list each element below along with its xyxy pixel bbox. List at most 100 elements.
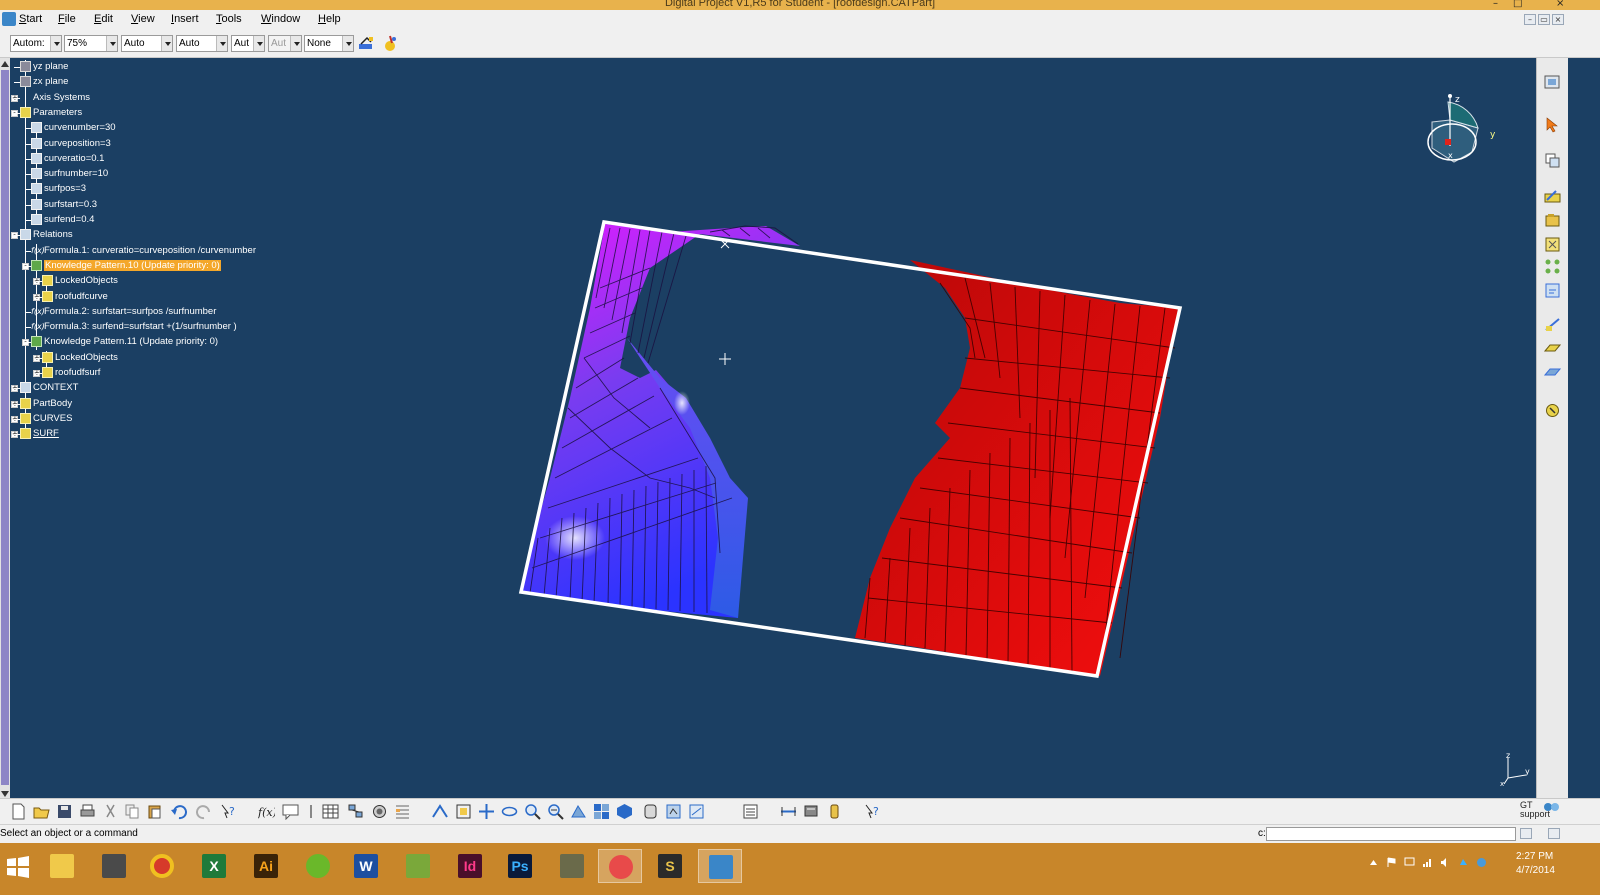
reaction-icon[interactable] xyxy=(371,803,388,820)
chevron-down-icon[interactable] xyxy=(161,36,172,51)
line-thickness-combo[interactable]: Auto xyxy=(121,35,173,52)
flag-icon[interactable] xyxy=(1386,857,1397,868)
taskbar-app-other[interactable] xyxy=(550,849,594,883)
scrollbar-thumb[interactable] xyxy=(1,70,9,785)
chevron-down-icon[interactable] xyxy=(216,36,227,51)
save-icon[interactable] xyxy=(56,803,73,820)
pattern-icon[interactable] xyxy=(1544,258,1561,275)
new-document-icon[interactable] xyxy=(10,803,27,820)
fit-all-icon[interactable] xyxy=(455,803,472,820)
chevron-down-icon[interactable] xyxy=(342,36,353,51)
chevron-down-icon[interactable] xyxy=(253,36,264,51)
painter-icon[interactable] xyxy=(357,35,375,53)
swap-visible-space-icon[interactable] xyxy=(688,803,705,820)
taskbar-app-snipping[interactable] xyxy=(598,849,642,883)
document-restore-button[interactable]: ▭ xyxy=(1538,14,1550,25)
formula-icon[interactable]: f(x) xyxy=(258,803,275,820)
body-icon[interactable] xyxy=(1544,236,1561,253)
sketch-icon[interactable] xyxy=(1544,188,1561,205)
color-combo[interactable]: Autom: xyxy=(10,35,62,52)
display-icon[interactable] xyxy=(1404,857,1415,868)
left-surface[interactable] xyxy=(522,224,800,618)
zoom-in-icon[interactable] xyxy=(524,803,541,820)
chevron-down-icon[interactable] xyxy=(106,36,117,51)
normal-view-icon[interactable] xyxy=(570,803,587,820)
redo-icon[interactable] xyxy=(196,803,213,820)
taskbar-app-digital-project[interactable] xyxy=(698,849,742,883)
network-icon[interactable] xyxy=(1476,857,1487,868)
shading-icon[interactable] xyxy=(642,803,659,820)
compass-icon[interactable]: z y x xyxy=(1418,90,1506,172)
hide-show-icon[interactable] xyxy=(665,803,682,820)
zoom-out-icon[interactable] xyxy=(547,803,564,820)
menu-file[interactable]: File xyxy=(58,13,76,25)
menu-start[interactable]: Start xyxy=(19,13,42,25)
help-icon[interactable]: ? xyxy=(864,803,881,820)
menu-help[interactable]: Help xyxy=(318,13,341,25)
isometric-view-icon[interactable] xyxy=(616,803,633,820)
copy-icon[interactable] xyxy=(124,803,141,820)
document-close-button[interactable]: × xyxy=(1552,14,1564,25)
taskbar-app-project[interactable] xyxy=(396,849,440,883)
right-surface[interactable] xyxy=(855,260,1178,676)
layer-combo[interactable]: None xyxy=(304,35,354,52)
workbench-icon[interactable] xyxy=(1544,74,1561,91)
clock-date[interactable]: 4/7/2014 xyxy=(1516,865,1555,876)
taskbar-app-explorer[interactable] xyxy=(40,849,84,883)
surface-icon[interactable] xyxy=(1544,364,1561,381)
line-icon[interactable] xyxy=(1544,316,1561,333)
cut-icon[interactable] xyxy=(102,803,119,820)
command-input[interactable] xyxy=(1266,827,1516,841)
law-icon[interactable] xyxy=(347,803,364,820)
print-icon[interactable] xyxy=(79,803,96,820)
taskbar-app-word[interactable]: W xyxy=(344,849,388,883)
select-arrow-icon[interactable] xyxy=(1544,116,1561,133)
taskbar-app-excel[interactable]: X xyxy=(192,849,236,883)
transparency-combo[interactable]: 75% xyxy=(64,35,118,52)
support-icon[interactable] xyxy=(1542,801,1560,813)
menu-tools[interactable]: Tools xyxy=(216,13,242,25)
open-folder-icon[interactable] xyxy=(33,803,50,820)
copy-properties-icon[interactable] xyxy=(1544,152,1561,169)
window-maximize-button[interactable]: □ xyxy=(1513,0,1522,9)
paste-icon[interactable] xyxy=(146,803,163,820)
menu-insert[interactable]: Insert xyxy=(171,13,199,25)
measure-inertia-icon[interactable] xyxy=(826,803,843,820)
pan-icon[interactable] xyxy=(478,803,495,820)
multi-view-icon[interactable] xyxy=(593,803,610,820)
signal-icon[interactable] xyxy=(1422,857,1433,868)
taskbar-app-illustrator[interactable]: Ai xyxy=(244,849,288,883)
windows-start-icon[interactable] xyxy=(6,855,30,879)
scroll-up-icon[interactable] xyxy=(1,61,9,67)
command-cancel-icon[interactable] xyxy=(1548,828,1560,839)
chevron-down-icon[interactable] xyxy=(50,36,61,51)
undo-icon[interactable] xyxy=(170,803,187,820)
taskbar-app-spotify[interactable] xyxy=(296,849,340,883)
list-icon[interactable] xyxy=(394,803,411,820)
scroll-down-icon[interactable] xyxy=(1,791,9,797)
format-brush-icon[interactable] xyxy=(381,35,399,53)
volume-icon[interactable] xyxy=(1440,857,1451,868)
start-menu-icon[interactable] xyxy=(2,12,16,26)
tree-scrollbar[interactable] xyxy=(0,58,10,800)
cloud-sync-icon[interactable] xyxy=(1458,857,1469,868)
fly-mode-icon[interactable] xyxy=(432,803,449,820)
measure-item-icon[interactable] xyxy=(803,803,820,820)
knowledge-icon[interactable] xyxy=(1544,402,1561,419)
rotate-icon[interactable] xyxy=(501,803,518,820)
url-icon[interactable] xyxy=(303,803,320,820)
menu-edit[interactable]: Edit xyxy=(94,13,113,25)
taskbar-app-indesign[interactable]: Id xyxy=(448,849,492,883)
comment-icon[interactable] xyxy=(282,803,299,820)
line-type-combo[interactable]: Auto xyxy=(176,35,228,52)
command-stop-icon[interactable] xyxy=(1520,828,1532,839)
geometrical-set-icon[interactable] xyxy=(1544,212,1561,229)
clock-time[interactable]: 2:27 PM xyxy=(1516,851,1553,862)
taskbar-app-drafting[interactable] xyxy=(92,849,136,883)
publication-icon[interactable] xyxy=(1544,282,1561,299)
menu-view[interactable]: View xyxy=(131,13,155,25)
design-table-icon[interactable] xyxy=(322,803,339,820)
taskbar-app-sketchup[interactable]: S xyxy=(648,849,692,883)
window-close-button[interactable]: × xyxy=(1556,0,1564,9)
point-type-combo[interactable]: Aut xyxy=(231,35,265,52)
